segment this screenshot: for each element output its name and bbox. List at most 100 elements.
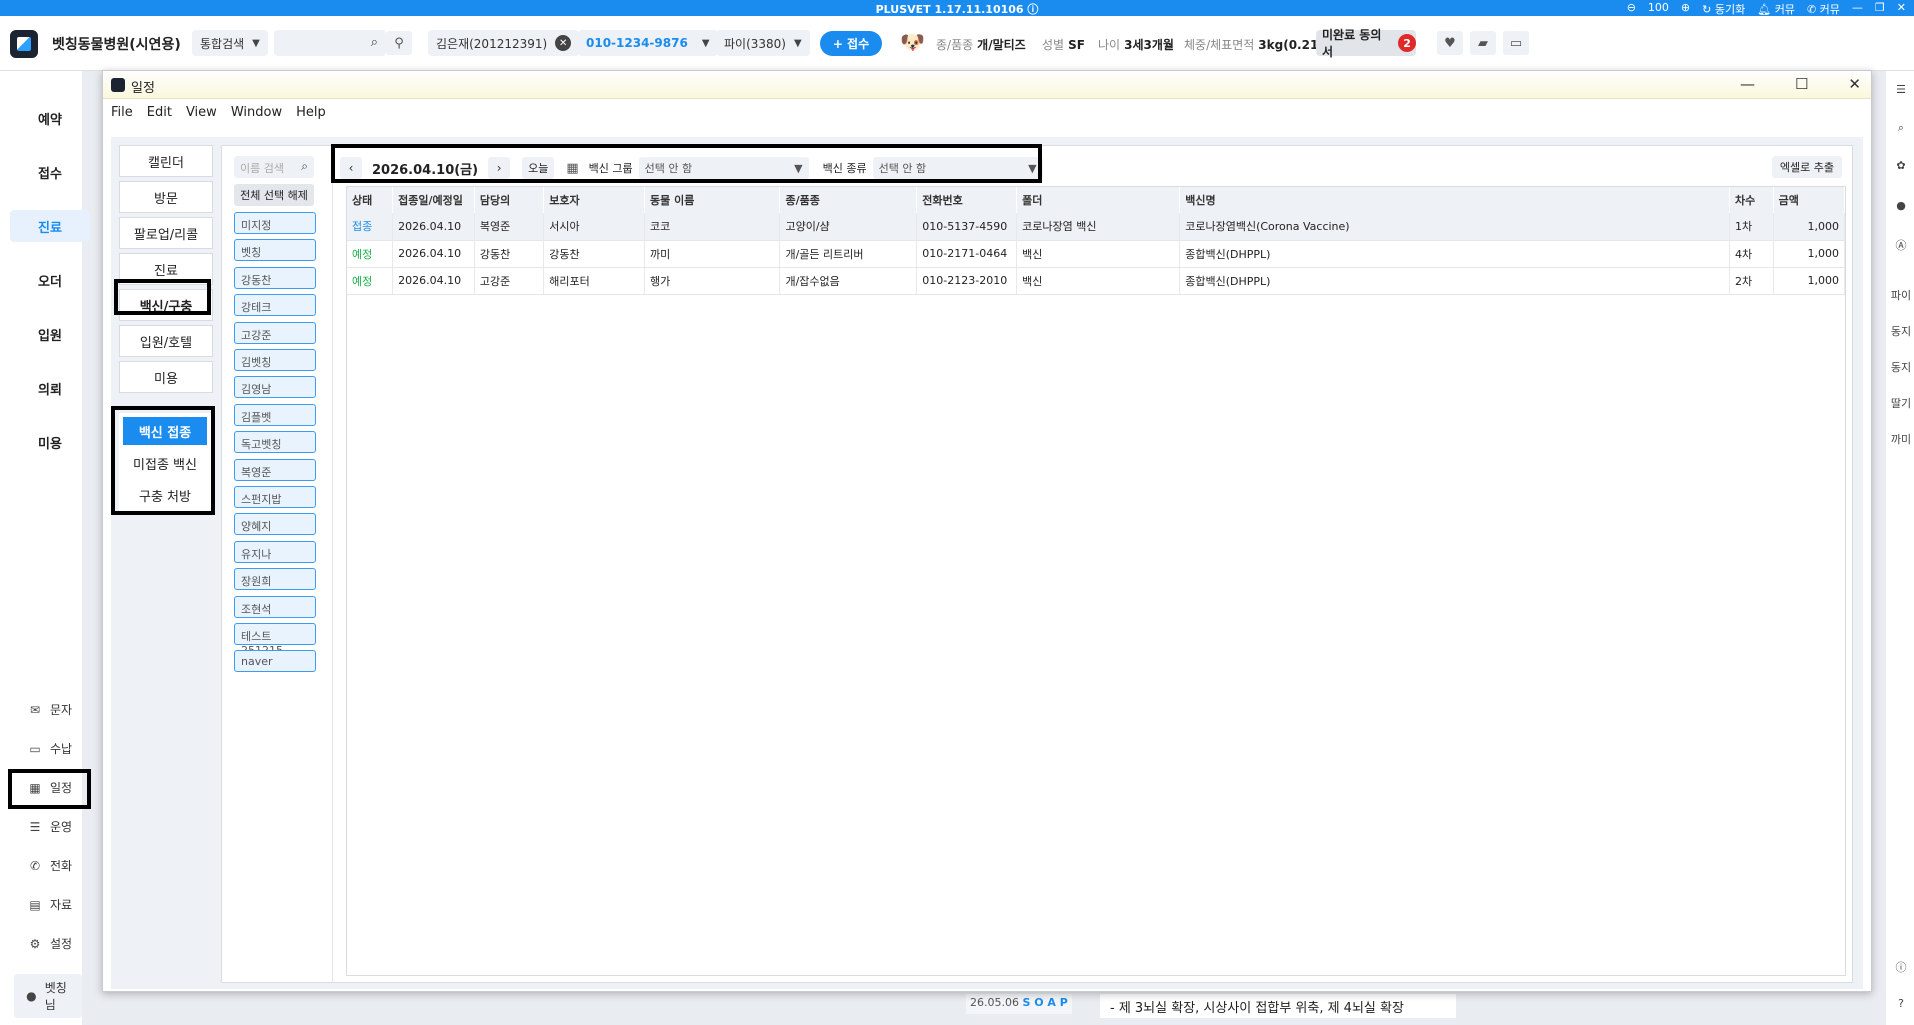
nav-order[interactable]: 오더 [10,264,90,296]
patient-list-icon[interactable]: ☰ [1890,83,1912,96]
maximize-icon[interactable]: ☐ [1795,75,1808,93]
close-icon[interactable]: ✕ [1897,1,1906,17]
menu-window[interactable]: Window [231,105,282,120]
help-icon[interactable]: ? [1890,997,1912,1010]
notification-button[interactable]: 🔔︎ 커뮤 [1757,1,1795,17]
main-nav: 예약 접수 진료 오더 입원 의뢰 미용 ✉ 문자 ▭ 수납 ▦ 일정 ☰ 운영 ✆ 전화… [0,71,90,1025]
tab-grooming[interactable]: 미용 [119,361,213,393]
export-excel-button[interactable]: 엑셀로 추출 [1771,156,1842,178]
status-cell: 예정 [347,267,394,295]
folder-icon[interactable]: ▰ [1470,31,1496,55]
staff-filter-item[interactable]: 미지정 [234,212,316,234]
chat-icon[interactable]: ● [1890,199,1912,212]
table-cell: 1,000 [1773,267,1846,295]
quick-patient-2[interactable]: 동지 [1890,323,1912,339]
nav-treatment[interactable]: 진료 [10,210,90,242]
column-header[interactable]: 백신명 [1179,187,1731,213]
clear-icon[interactable]: ✕ [555,35,572,51]
tab-calendar[interactable]: 캘린더 [119,145,213,177]
staff-filter-item[interactable]: 강동찬 [234,266,316,289]
nav-grooming[interactable]: 미용 [10,426,90,458]
staff-filter-item[interactable]: 스펀지밥 [234,486,316,508]
table-row[interactable]: 접종 2026.04.10 복영준 서시아 코코 고양이/샴 010-5137-4590 코로… [347,213,1846,241]
staff-filter-item[interactable]: 김벳칭 [234,349,316,371]
nav-reception[interactable]: 접수 [10,156,90,188]
nav-payment[interactable]: ▭ 수납 [28,740,72,757]
app-logo [10,30,38,58]
top-search-input[interactable]: ⌕ [274,30,386,56]
nav-documents[interactable]: ▤ 자료 [28,896,72,913]
reception-button[interactable]: + 접수 [820,31,882,56]
restore-icon[interactable]: ❐ [1875,1,1885,17]
nav-operation[interactable]: ☰ 운영 [28,818,72,835]
quick-patient-1[interactable]: 파이 [1890,287,1912,303]
zoom-in-icon[interactable]: ⊕ [1681,1,1690,17]
staff-filter-item[interactable]: 테스트251215 [234,623,316,657]
column-header[interactable]: 동물 이름 [644,187,781,213]
column-header[interactable]: 접종일/예정일 [392,187,475,213]
nav-user[interactable]: ● 벳칭님 [14,974,82,1018]
staff-filter-item[interactable]: 고강준 [234,321,316,344]
patient-search-icon[interactable]: ⚲ [386,31,412,55]
search-mode-select[interactable]: 통합검색 ▼ [192,30,268,56]
staff-filter-item[interactable]: naver [234,650,316,673]
nav-message[interactable]: ✉ 문자 [28,701,72,718]
consent-button[interactable]: 미완료 동의서 2 [1316,28,1416,59]
menu-edit[interactable]: Edit [147,105,172,120]
phone-select[interactable]: 010-1234-9876 ▼ [578,30,718,56]
staff-filter-item[interactable]: 장원희 [234,568,316,591]
paw-icon[interactable]: ✿ [1890,159,1912,172]
column-header[interactable]: 전화번호 [916,187,1018,213]
call-button[interactable]: ✆ 커뮤 [1807,1,1840,17]
tab-visit[interactable]: 방문 [119,181,213,213]
column-header[interactable]: 종/품종 [779,187,918,213]
zoom-out-icon[interactable]: ⊖ [1627,1,1636,17]
column-header[interactable]: 폴더 [1016,187,1181,213]
staff-filter-item[interactable]: 조현석 [234,595,316,618]
info-icon[interactable]: ⓘ [1890,959,1912,975]
staff-filter-item[interactable]: 벳칭 [234,239,316,262]
minimize-icon[interactable]: — [1740,75,1755,93]
menu-view[interactable]: View [186,105,217,120]
staff-filter-item[interactable]: 독고벳칭 [234,431,316,454]
column-header[interactable]: 상태 [347,187,394,213]
nav-reservation[interactable]: 예약 [10,102,90,134]
tab-followup[interactable]: 팔로업/리콜 [119,217,213,249]
nav-phone[interactable]: ✆ 전화 [28,857,72,874]
ai-icon[interactable]: Ⓐ [1890,237,1912,253]
staff-filter-item[interactable]: 복영준 [234,458,316,481]
table-row[interactable]: 예정 2026.04.10 강동찬 강동찬 까미 개/골든 리트리버 010-2171-04… [347,240,1846,268]
age-info: 나이 3세3개월 [1098,38,1174,52]
patient-chip[interactable]: 김은재(201212391) ✕ [428,30,580,56]
search-list-icon[interactable]: ⌕ [1890,121,1912,135]
menu-help[interactable]: Help [296,105,326,120]
name-search-input[interactable]: 이름 검색 ⌕ [234,156,314,178]
column-header[interactable]: 보호자 [543,187,646,213]
column-header[interactable]: 금액 [1773,187,1846,213]
nav-referral[interactable]: 의뢰 [10,372,90,404]
column-header[interactable]: 차수 [1729,187,1774,213]
heart-monitor-icon[interactable]: ♥ [1437,31,1463,55]
tab-hospital-hotel[interactable]: 입원/호텔 [119,325,213,357]
minimize-icon[interactable]: — [1852,1,1863,17]
card-icon[interactable]: ▭ [1503,31,1529,55]
info-icon[interactable]: ⓘ [1027,3,1038,16]
close-icon[interactable]: ✕ [1848,75,1861,93]
column-header[interactable]: 담당의 [474,187,545,213]
quick-patient-4[interactable]: 딸기 [1890,395,1912,411]
sync-button[interactable]: ↻ 동기화 [1702,1,1745,17]
pet-select[interactable]: 파이(3380) ▼ [716,30,810,56]
clear-selection-button[interactable]: 전체 선택 해제 [234,184,314,206]
nav-settings[interactable]: ⚙ 설정 [28,935,72,952]
staff-filter-item[interactable]: 유지나 [234,540,316,563]
staff-filter-item[interactable]: 김플벳 [234,403,316,426]
quick-patient-3[interactable]: 동지 [1890,359,1912,375]
staff-filter-item[interactable]: 김영남 [234,376,316,399]
table-row[interactable]: 예정 2026.04.10 고강준 해리포터 행가 개/잡수없음 010-2123-2010… [347,267,1846,295]
nav-hospitalization[interactable]: 입원 [10,318,90,350]
quick-patient-5[interactable]: 까미 [1890,431,1912,447]
staff-filter-item[interactable]: 양혜지 [234,513,316,536]
menu-file[interactable]: File [111,105,133,120]
staff-filter-item[interactable]: 강테크 [234,294,316,317]
status-cell: 접종 [347,213,394,241]
